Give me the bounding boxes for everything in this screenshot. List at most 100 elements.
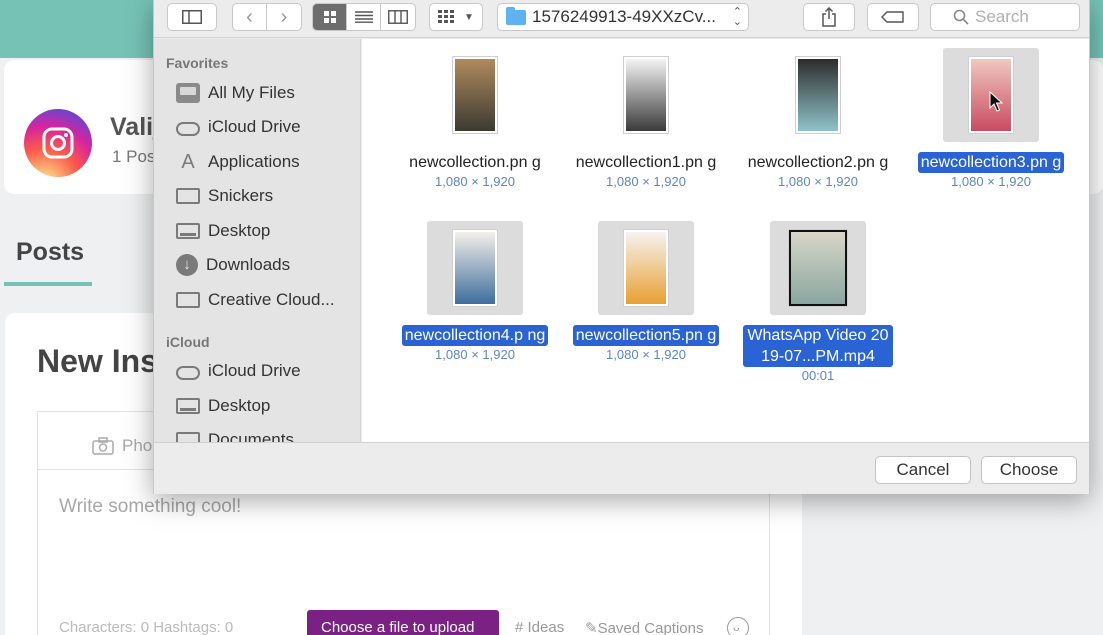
file-duration: 00:01	[801, 368, 835, 383]
sidebar-item-label: Downloads	[206, 255, 291, 274]
file-thumbnail-frame	[770, 221, 866, 315]
share-button[interactable]	[803, 3, 855, 31]
sidebar-item-applications[interactable]: A Applications	[176, 148, 299, 176]
choose-button[interactable]: Choose	[981, 456, 1077, 484]
tab-active-indicator	[4, 282, 92, 286]
video-thumbnail	[788, 229, 848, 307]
chevron-right-icon: ›	[280, 5, 288, 28]
search-field[interactable]: Search	[930, 3, 1080, 31]
sidebar-item-documents[interactable]: Documents	[176, 426, 294, 442]
folder-icon	[506, 6, 526, 25]
image-thumbnail	[452, 56, 498, 134]
search-icon	[953, 9, 969, 25]
sidebar-item-label: Creative Cloud...	[208, 290, 335, 309]
updown-chevron-icon: ⌃ ⌄	[732, 6, 742, 28]
file-dimensions: 1,080 × 1,920	[435, 174, 515, 189]
file-item[interactable]: newcollection4.p ng 1,080 × 1,920	[390, 221, 560, 362]
desktop-icon	[176, 223, 200, 239]
all-files-icon	[176, 83, 200, 103]
sidebar-item-label: iCloud Drive	[208, 361, 301, 380]
thumbnail-preview	[455, 59, 495, 131]
sidebar-item-all-my-files[interactable]: All My Files	[176, 79, 295, 107]
sidebar-icon	[182, 10, 202, 24]
thumbnail-preview	[455, 232, 495, 304]
camera-icon	[92, 437, 114, 455]
back-button[interactable]: ‹	[233, 4, 267, 30]
sidebar-toggle-button[interactable]	[167, 3, 217, 31]
documents-icon	[176, 432, 200, 442]
file-item[interactable]: newcollection3.pn g 1,080 × 1,920	[906, 48, 1076, 189]
image-thumbnail	[795, 56, 841, 134]
chevron-down-icon: ▼	[464, 11, 474, 23]
file-dimensions: 1,080 × 1,920	[606, 347, 686, 362]
sidebar-item-snickers[interactable]: Snickers	[176, 182, 273, 210]
image-thumbnail	[452, 229, 498, 307]
view-mode-selector	[312, 3, 416, 31]
sidebar-item-downloads[interactable]: ↓ Downloads	[176, 251, 290, 279]
sidebar-item-desktop-2[interactable]: Desktop	[176, 392, 270, 420]
list-view-button[interactable]	[347, 4, 381, 30]
ideas-link[interactable]: # Ideas	[515, 619, 564, 635]
file-open-dialog: ‹ › ▼ 1576249913-49XXzCv... ⌃ ⌄ Search F…	[153, 0, 1090, 494]
arrange-grid-icon	[438, 10, 455, 23]
file-name: newcollection2.pn g	[747, 154, 889, 171]
sidebar-item-label: Documents	[208, 430, 294, 442]
cloud-icon	[176, 122, 200, 136]
file-item[interactable]: newcollection1.pn g 1,080 × 1,920	[561, 48, 731, 189]
columns-icon	[388, 10, 408, 24]
file-dimensions: 1,080 × 1,920	[606, 174, 686, 189]
file-item[interactable]: newcollection.pn g 1,080 × 1,920	[390, 48, 560, 189]
upload-file-button[interactable]: Choose a file to upload	[307, 610, 499, 635]
sidebar-item-creative-cloud[interactable]: Creative Cloud...	[176, 286, 335, 314]
arrange-button[interactable]: ▼	[429, 3, 483, 31]
downloads-icon: ↓	[176, 254, 198, 276]
forward-button[interactable]: ›	[267, 4, 301, 30]
sidebar-item-icloud-drive-2[interactable]: iCloud Drive	[176, 357, 301, 385]
file-item[interactable]: WhatsApp Video 2019-07...PM.mp4 00:01	[733, 221, 903, 383]
column-view-button[interactable]	[381, 4, 415, 30]
share-icon	[822, 7, 836, 27]
sidebar-item-label: Snickers	[208, 186, 274, 205]
icon-view-button[interactable]	[313, 4, 347, 30]
tab-posts[interactable]: Posts	[16, 238, 84, 267]
file-thumbnail-frame	[598, 48, 694, 142]
tags-button[interactable]	[867, 3, 919, 31]
sidebar-item-label: All My Files	[208, 83, 295, 102]
image-thumbnail	[623, 56, 669, 134]
search-placeholder: Search	[975, 7, 1029, 26]
mouse-cursor-icon	[989, 91, 1003, 112]
caption-input[interactable]: Write something cool!	[59, 496, 241, 518]
list-icon	[354, 11, 373, 23]
file-name: WhatsApp Video 2019-07...PM.mp4	[743, 325, 893, 367]
sidebar-item-icloud-drive[interactable]: iCloud Drive	[176, 113, 301, 141]
saved-captions-link[interactable]: ✎Saved Captions	[585, 619, 703, 635]
post-title: New Ins	[37, 343, 158, 379]
file-thumbnail-frame	[598, 221, 694, 315]
cancel-button[interactable]: Cancel	[875, 456, 971, 484]
thumbnail-preview	[798, 59, 838, 131]
file-dimensions: 1,080 × 1,920	[435, 347, 515, 362]
file-item[interactable]: newcollection2.pn g 1,080 × 1,920	[733, 48, 903, 189]
tab-photo-label: Pho	[122, 436, 153, 455]
path-popup[interactable]: 1576249913-49XXzCv... ⌃ ⌄	[497, 3, 749, 31]
sidebar-header-icloud: iCloud	[166, 334, 210, 350]
tag-icon	[881, 11, 904, 23]
dialog-footer: Cancel Choose	[154, 442, 1089, 494]
history-nav: ‹ ›	[232, 3, 302, 31]
sidebar-item-label: iCloud Drive	[208, 117, 301, 136]
sidebar-item-label: Desktop	[208, 221, 271, 240]
applications-icon: A	[181, 151, 195, 173]
thumbnail-preview	[626, 59, 666, 131]
emoji-icon[interactable]	[727, 617, 749, 635]
file-name: newcollection5.pn g	[572, 325, 720, 346]
folder-icon	[176, 292, 200, 308]
file-grid: newcollection.pn g 1,080 × 1,920 newcoll…	[362, 39, 1089, 442]
file-name: newcollection3.pn g	[917, 152, 1065, 173]
thumbnail-preview	[791, 232, 845, 304]
file-name: newcollection.pn g	[409, 154, 541, 171]
file-thumbnail-frame	[427, 48, 523, 142]
sidebar-item-desktop[interactable]: Desktop	[176, 217, 270, 245]
file-thumbnail-frame	[427, 221, 523, 315]
file-item[interactable]: newcollection5.pn g 1,080 × 1,920	[561, 221, 731, 362]
tab-photo[interactable]: Pho	[92, 436, 152, 456]
